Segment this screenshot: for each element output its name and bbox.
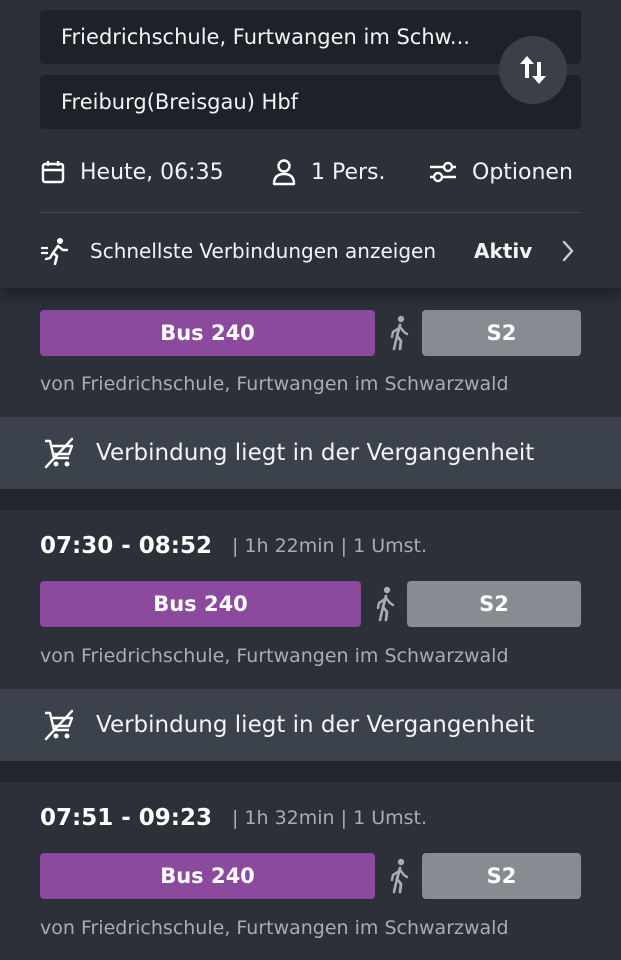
connection-time-row: 07:51 - 09:23 | 1h 32min | 1 Umst. [40, 798, 427, 838]
persons-selector[interactable]: 1 Pers. [271, 150, 386, 194]
bus-line-label: Bus 240 [160, 321, 255, 345]
past-connection-banner: Verbindung liegt in der Vergangenheit [0, 417, 621, 489]
connection-time-row: 07:30 - 08:52 | 1h 22min | 1 Umst. [40, 526, 427, 566]
train-line-label: S2 [486, 321, 517, 345]
duration-transfers: | 1h 32min | 1 Umst. [231, 807, 428, 829]
past-connection-banner: Verbindung liegt in der Vergangenheit [0, 689, 621, 761]
train-segment: S2 [422, 853, 581, 899]
fastest-connections-row[interactable]: Schnellste Verbindungen anzeigen Aktiv [40, 230, 581, 272]
date-time-label: Heute, 06:35 [80, 159, 224, 185]
origin-text: Friedrichschule, Furtwangen im Schw... [61, 25, 470, 49]
walking-icon [376, 586, 395, 622]
departure-arrival-times: 07:30 - 08:52 [40, 533, 212, 559]
bus-segment: Bus 240 [40, 581, 361, 627]
walking-icon [390, 315, 409, 351]
date-time-selector[interactable]: Heute, 06:35 [40, 150, 224, 194]
origin-field[interactable]: Friedrichschule, Furtwangen im Schw... [40, 10, 581, 64]
search-panel: Friedrichschule, Furtwangen im Schw... F… [0, 0, 621, 288]
cart-crossed-icon [44, 709, 74, 741]
options-label: Optionen [472, 159, 573, 185]
cart-crossed-icon [44, 437, 74, 469]
persons-label: 1 Pers. [311, 159, 386, 185]
app-screen: Friedrichschule, Furtwangen im Schw... F… [0, 0, 621, 960]
destination-field[interactable]: Freiburg(Breisgau) Hbf [40, 75, 581, 129]
departure-stop-text: von Friedrichschule, Furtwangen im Schwa… [40, 373, 509, 395]
past-connection-text: Verbindung liegt in der Vergangenheit [96, 440, 535, 466]
list-gap [0, 489, 621, 510]
chevron-right-icon [562, 240, 574, 262]
bus-line-label: Bus 240 [153, 592, 248, 616]
past-connection-text: Verbindung liegt in der Vergangenheit [96, 712, 535, 738]
departure-stop-text: von Friedrichschule, Furtwangen im Schwa… [40, 645, 509, 667]
calendar-icon [41, 161, 65, 184]
running-person-icon [41, 238, 69, 265]
fastest-connections-status: Aktiv [474, 239, 533, 263]
swap-vertical-icon [520, 56, 546, 84]
sliders-icon [430, 161, 456, 183]
train-line-label: S2 [486, 864, 517, 888]
destination-text: Freiburg(Breisgau) Hbf [61, 90, 299, 114]
departure-arrival-times: 07:51 - 09:23 [40, 805, 212, 831]
duration-transfers: | 1h 22min | 1 Umst. [231, 535, 428, 557]
bus-segment: Bus 240 [40, 853, 375, 899]
options-row: Heute, 06:35 1 Pers. Optionen [40, 150, 581, 194]
connection-card[interactable]: Bus 240 S2 von Friedrichschule, Furtwang… [0, 288, 621, 416]
walking-icon [390, 858, 409, 894]
train-line-label: S2 [479, 592, 509, 616]
connection-card[interactable]: 07:30 - 08:52 | 1h 22min | 1 Umst. Bus 2… [0, 510, 621, 688]
list-gap [0, 761, 621, 782]
divider [40, 212, 581, 213]
fastest-connections-label: Schnellste Verbindungen anzeigen [90, 239, 437, 263]
swap-button[interactable] [499, 36, 567, 104]
connection-card[interactable]: 07:51 - 09:23 | 1h 32min | 1 Umst. Bus 2… [0, 782, 621, 960]
bus-line-label: Bus 240 [160, 864, 255, 888]
person-icon [272, 159, 296, 186]
train-segment: S2 [407, 581, 581, 627]
train-segment: S2 [422, 310, 581, 356]
options-button[interactable]: Optionen [428, 150, 573, 194]
departure-stop-text: von Friedrichschule, Furtwangen im Schwa… [40, 917, 509, 939]
bus-segment: Bus 240 [40, 310, 375, 356]
